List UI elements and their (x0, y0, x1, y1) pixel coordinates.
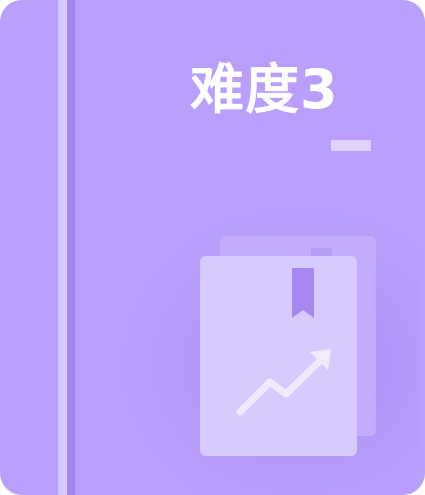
difficulty-card[interactable]: 难度3 (0, 0, 425, 495)
book-with-bookmark-icon (200, 236, 376, 456)
book-front (200, 256, 357, 456)
